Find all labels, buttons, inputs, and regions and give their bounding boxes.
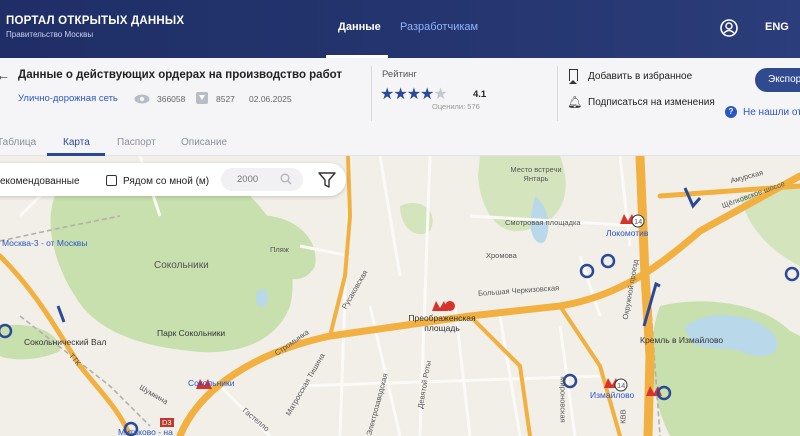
map-label: Сокольники [154,260,209,271]
map-label: КВВ [618,409,628,424]
divider [557,66,558,121]
top-navigation-bar: ПОРТАЛ ОТКРЫТЫХ ДАННЫХ Правительство Мос… [0,0,800,58]
bookmark-icon[interactable] [569,69,578,84]
star-icon[interactable]: ★ [407,86,421,103]
star-icon[interactable]: ★ [393,86,407,103]
nav-data-link[interactable]: Данные [338,21,381,33]
portal-logo[interactable]: ПОРТАЛ ОТКРЫТЫХ ДАННЫХ Правительство Мос… [6,15,184,39]
map-label: 14 [617,381,626,390]
views-count: 366058 [157,94,186,104]
dataset-title: Данные о действующих ордерах на производ… [18,69,343,81]
map-label: Митьково - на [118,427,173,436]
rating-count: Оценили: 576 [432,102,480,111]
map-label: Место встречи Янтарь [510,165,562,183]
tab-map[interactable]: Карта [63,137,90,148]
rating-label: Рейтинг [382,69,417,80]
downloads-count: 8527 [216,94,235,104]
portal-title[interactable]: ПОРТАЛ ОТКРЫТЫХ ДАННЫХ [6,15,184,27]
subscribe-link[interactable]: Подписаться на изменения [588,97,715,108]
tab-passport[interactable]: Паспорт [117,137,156,148]
recommended-filter[interactable]: екомендованные [0,176,80,187]
map-label: Преображенская площадь [408,313,476,333]
bell-icon[interactable]: 🔔︎ [567,95,582,109]
star-icon[interactable]: ★ [380,86,394,103]
eye-icon [134,94,150,104]
tab-table[interactable]: Таблица [0,137,36,148]
export-button[interactable]: Экспорт [755,68,800,92]
user-circle-icon[interactable] [719,18,739,38]
rating-value: 4.1 [473,89,487,100]
search-icon[interactable] [280,173,292,185]
map-label: Хромова [486,251,517,260]
map-label: Кремль в Измайлово [640,335,724,345]
download-icon [196,92,208,104]
dataset-date: 02.06.2025 [249,94,292,104]
back-arrow-icon[interactable]: ← [0,67,10,83]
language-switch[interactable]: ENG [765,21,789,33]
question-icon[interactable]: ? [725,106,737,118]
map-label: Парк Сокольники [157,328,226,338]
add-to-favorites-link[interactable]: Добавить в избранное [588,71,692,82]
map-label: Мироновская [558,376,568,423]
map-label: Локомотив [606,228,649,238]
star-icon[interactable]: ★ [433,86,447,103]
dataset-category-link[interactable]: Улично-дорожная сеть [18,93,118,104]
filter-icon[interactable] [318,172,336,188]
map-label: Москва-3 - от Москвы [2,238,88,248]
map-label: Сокольнический Вал [24,337,107,347]
nearby-label[interactable]: Рядом со мной (м) [123,176,209,187]
map-label: Смотровая площадка [505,218,581,227]
rating-stars[interactable]: ★★★★★ [380,84,448,104]
portal-subtitle: Правительство Москвы [6,30,94,39]
nearby-checkbox[interactable] [106,175,117,186]
divider [371,66,372,121]
map-label: D3 [160,418,174,427]
map-canvas[interactable] [0,156,800,436]
map-label: 14 [634,217,643,226]
map-label: Сокольники [188,378,235,388]
map-view[interactable] [0,156,800,436]
star-icon[interactable]: ★ [420,86,434,103]
map-label: Измайлово [590,390,635,400]
tab-description[interactable]: Описание [181,137,227,148]
map-label: Пляж [270,245,289,254]
nav-developers-link[interactable]: Разработчикам [400,21,478,33]
help-link[interactable]: Не нашли от [743,107,800,118]
